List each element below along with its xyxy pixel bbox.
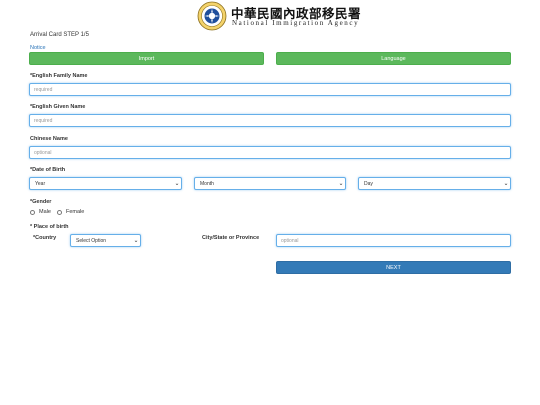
birth-day-value: Day — [364, 180, 373, 187]
birth-year-value: Year — [35, 180, 46, 187]
gender-female-radio[interactable] — [57, 209, 62, 215]
chevron-down-icon: ⌄ — [338, 181, 344, 187]
gender-female-label: Female — [66, 209, 85, 215]
agency-name-en: National Immigration Agency — [232, 19, 360, 27]
gender-label: *Gender — [30, 199, 52, 205]
given-name-placeholder: required — [34, 117, 53, 124]
chevron-down-icon: ⌄ — [174, 181, 180, 187]
chinese-name-input[interactable]: optional — [29, 146, 511, 159]
given-name-input[interactable]: required — [29, 114, 511, 127]
family-name-placeholder: required — [34, 86, 53, 93]
city-label: City/State or Province — [202, 235, 260, 241]
chevron-down-icon: ⌄ — [133, 238, 139, 244]
birth-year-select[interactable]: Year ⌄ — [29, 177, 182, 190]
country-select[interactable]: Select Option ⌄ — [70, 234, 141, 247]
country-value: Select Option — [76, 237, 107, 244]
chevron-down-icon: ⌄ — [503, 181, 509, 187]
family-name-input[interactable]: required — [29, 83, 511, 96]
city-placeholder: optional — [281, 237, 299, 244]
immigration-agency-emblem-icon — [197, 1, 227, 31]
chinese-name-placeholder: optional — [34, 149, 52, 156]
next-button[interactable]: NEXT — [276, 261, 511, 274]
birth-day-select[interactable]: Day ⌄ — [358, 177, 511, 190]
gender-male-label: Male — [39, 209, 51, 215]
agency-header: 中華民國內政部移民署 National Immigration Agency — [197, 1, 361, 31]
date-of-birth-label: *Date of Birth — [30, 167, 66, 173]
import-button[interactable]: Import — [29, 52, 264, 65]
gender-male-option[interactable]: Male — [30, 209, 51, 215]
gender-female-option[interactable]: Female — [57, 209, 84, 215]
language-button[interactable]: Language — [276, 52, 511, 65]
city-input[interactable]: optional — [276, 234, 511, 247]
step-title: Arrival Card STEP 1/5 — [30, 32, 89, 38]
birth-month-value: Month — [200, 180, 214, 187]
gender-male-radio[interactable] — [30, 209, 35, 215]
country-label: *Country — [33, 235, 57, 241]
notice-link[interactable]: Notice — [30, 45, 46, 51]
place-of-birth-label: * Place of birth — [30, 224, 69, 230]
birth-month-select[interactable]: Month ⌄ — [194, 177, 346, 190]
chinese-name-label: Chinese Name — [30, 136, 68, 142]
family-name-label: *English Family Name — [30, 73, 88, 79]
given-name-label: *English Given Name — [30, 104, 86, 110]
